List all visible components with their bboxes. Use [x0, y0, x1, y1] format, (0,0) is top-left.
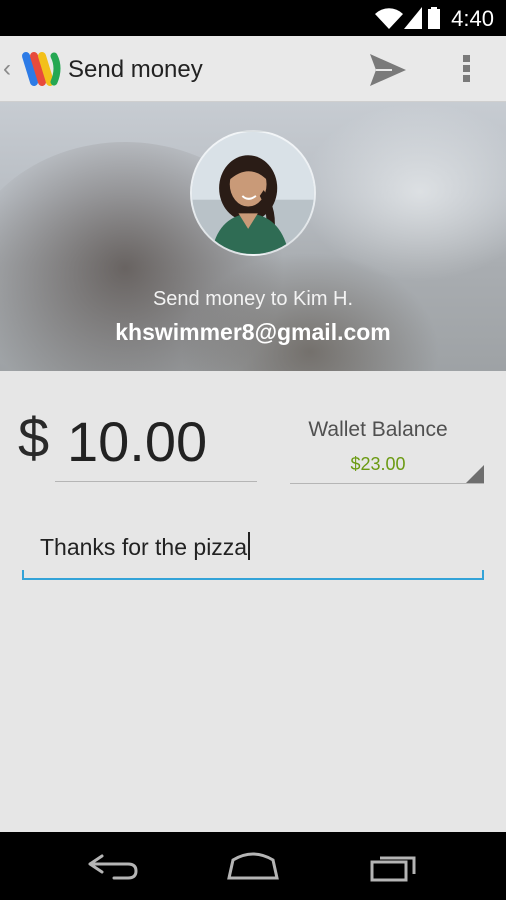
battery-icon	[428, 7, 440, 29]
funding-source-spinner[interactable]: Wallet Balance $23.00	[290, 410, 484, 484]
overflow-menu-icon[interactable]	[452, 52, 480, 88]
send-to-label: Send money to Kim H.	[152, 288, 354, 310]
avatar	[190, 130, 316, 256]
currency-symbol: $	[18, 406, 50, 469]
wifi-icon	[375, 8, 403, 29]
recent-apps-icon[interactable]	[364, 846, 424, 886]
funding-source-label: Wallet Balance	[308, 418, 448, 441]
signal-icon	[404, 7, 422, 29]
action-bar: ‹ Send money	[0, 36, 506, 102]
home-icon[interactable]	[223, 846, 283, 886]
amount-field[interactable]	[55, 400, 257, 482]
back-icon[interactable]	[84, 846, 144, 886]
send-icon[interactable]	[368, 52, 408, 88]
clock: 4:40	[451, 6, 494, 31]
recipient-banner: Send money to Kim H. khswimmer8@gmail.co…	[0, 102, 506, 371]
recipient-email: khswimmer8@gmail.com	[115, 319, 391, 345]
status-bar: 4:40	[0, 0, 506, 36]
amount-input[interactable]	[67, 406, 257, 476]
google-wallet-logo[interactable]	[20, 48, 62, 90]
memo-field[interactable]: Thanks for the pizza	[22, 520, 484, 580]
text-cursor	[248, 532, 251, 560]
navigation-bar	[0, 832, 506, 900]
memo-text: Thanks for the pizza	[40, 534, 248, 560]
spinner-arrow-icon	[466, 465, 484, 483]
up-caret-icon[interactable]: ‹	[3, 56, 17, 82]
funding-source-value: $23.00	[350, 454, 406, 474]
page-title: Send money	[68, 56, 203, 83]
